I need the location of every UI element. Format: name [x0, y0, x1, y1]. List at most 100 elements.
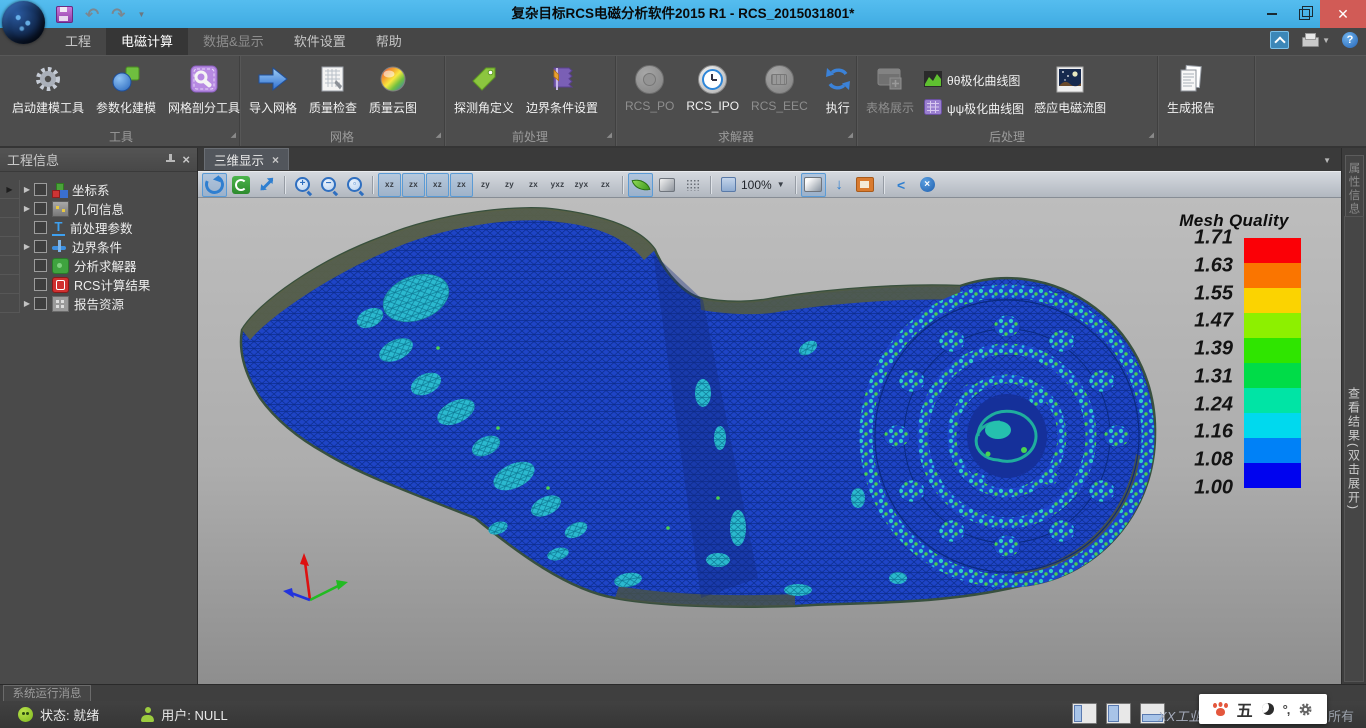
panel-close-icon[interactable]: ×	[182, 154, 190, 166]
share-button[interactable]: <	[889, 173, 914, 197]
view-right-button[interactable]: zx	[450, 173, 473, 197]
shaded-view-button[interactable]	[801, 173, 826, 197]
ime-toolbar[interactable]: 五 °,	[1199, 694, 1327, 724]
expander-icon[interactable]: ▶	[20, 204, 34, 213]
close-button[interactable]: ✕	[1320, 0, 1366, 28]
checkbox[interactable]	[34, 240, 47, 253]
help-icon[interactable]: ?	[1342, 32, 1358, 48]
app-logo-icon[interactable]	[2, 1, 45, 44]
mesh-partition-tool-button[interactable]: 网格剖分工具	[162, 59, 246, 130]
sidebar-item-report-resources[interactable]: ▶ 报告资源	[0, 294, 197, 313]
sidebar-item-rcs-results[interactable]: RCS计算结果	[0, 275, 197, 294]
group-expand-icon[interactable]: ◢	[1149, 129, 1154, 143]
psi-polarization-curve-button[interactable]: ψψ极化曲线图	[924, 96, 1024, 121]
zoom-dropdown-icon[interactable]: ▼	[777, 180, 785, 189]
layout-wide-left-button[interactable]	[1106, 703, 1131, 724]
import-mesh-button[interactable]: 导入网格	[243, 59, 303, 130]
menu-tab-project[interactable]: 工程	[50, 28, 106, 55]
zoom-fit-button[interactable]	[342, 173, 367, 197]
boundary-condition-settings-button[interactable]: 边界条件设置	[520, 59, 604, 130]
ime-fullwidth-moon-icon[interactable]	[1262, 703, 1274, 715]
view-iso2-button[interactable]: yxz	[546, 173, 569, 197]
probe-angle-define-button[interactable]: 探测角定义	[448, 59, 520, 130]
system-messages-tab[interactable]: 系统运行消息	[3, 685, 91, 702]
ime-settings-gear-icon[interactable]	[1298, 702, 1313, 717]
close-view-button[interactable]: ×	[915, 173, 940, 197]
refresh-view-button[interactable]	[228, 173, 253, 197]
checkbox[interactable]	[34, 278, 47, 291]
sidebar-item-preprocess-params[interactable]: T 前处理参数	[0, 218, 197, 237]
menu-tab-em-computation[interactable]: 电磁计算	[106, 28, 188, 55]
geometry-icon	[52, 201, 69, 217]
view-iso3-button[interactable]: zyx	[570, 173, 593, 197]
collapse-ribbon-icon[interactable]	[1270, 31, 1289, 49]
sidebar-item-coordinate-system[interactable]: ▶ ▶ 坐标系	[0, 180, 197, 199]
zoom-level-select[interactable]: 100% ▼	[716, 174, 790, 196]
zoom-out-button[interactable]	[316, 173, 341, 197]
rotate-view-button[interactable]	[202, 173, 227, 197]
property-info-tab[interactable]: 属性信息	[1345, 155, 1364, 223]
sidebar-item-boundary-conditions[interactable]: ▶ 边界条件	[0, 237, 197, 256]
checkbox[interactable]	[34, 259, 47, 272]
quality-check-button[interactable]: 质量检查	[303, 59, 363, 130]
view-front-button[interactable]: xz	[378, 173, 401, 197]
wireframe-button[interactable]	[680, 173, 705, 197]
view-top-button[interactable]: zy	[474, 173, 497, 197]
group-expand-icon[interactable]: ◢	[231, 129, 236, 143]
print-button[interactable]: ▼	[1301, 33, 1330, 48]
view-results-tab[interactable]: 查看结果(双击展开)	[1344, 216, 1364, 682]
watermark-tail-text: 所有	[1328, 706, 1354, 725]
export-image-button[interactable]	[853, 173, 878, 197]
quality-cloud-map-button[interactable]: 质量云图	[363, 59, 423, 130]
tab-3d-display[interactable]: 三维显示 ×	[204, 148, 289, 170]
execute-button[interactable]: 执行	[818, 59, 858, 130]
launch-modeling-tool-button[interactable]: 启动建模工具	[6, 59, 90, 130]
ime-punctuation-icon[interactable]: °,	[1283, 702, 1290, 717]
minimize-button[interactable]	[1256, 0, 1288, 28]
view-bottom-button[interactable]: zy	[498, 173, 521, 197]
parametric-modeling-button[interactable]: 参数化建模	[90, 59, 162, 130]
menu-tab-data-display[interactable]: 数据&显示	[188, 28, 279, 55]
view-back-button[interactable]: zx	[402, 173, 425, 197]
ime-input-mode[interactable]: 五	[1237, 697, 1253, 721]
expander-icon[interactable]: ▶	[20, 299, 34, 308]
expander-icon[interactable]: ▶	[20, 185, 34, 194]
group-expand-icon[interactable]: ◢	[848, 129, 853, 143]
printer-dropdown-icon[interactable]: ▼	[1322, 36, 1330, 45]
group-expand-icon[interactable]: ◢	[436, 129, 441, 143]
view-iso1-button[interactable]: zx	[522, 173, 545, 197]
sidebar-item-analysis-solver[interactable]: 分析求解器	[0, 256, 197, 275]
view-left-button[interactable]: xz	[426, 173, 449, 197]
gutter-expander-icon[interactable]: ▶	[0, 180, 20, 199]
layout-left-panel-button[interactable]	[1072, 703, 1097, 724]
tab-list-dropdown-icon[interactable]: ▼	[1323, 156, 1331, 165]
checkbox[interactable]	[34, 221, 47, 234]
expander-icon[interactable]: ▶	[20, 242, 34, 251]
tab-close-icon[interactable]: ×	[272, 153, 279, 167]
theta-polarization-curve-button[interactable]: θθ极化曲线图	[924, 68, 1024, 93]
ribbon-group-label: 工具◢	[3, 130, 239, 146]
restore-button[interactable]	[1288, 0, 1320, 28]
checkbox[interactable]	[34, 297, 47, 310]
download-view-button[interactable]: ↓	[827, 173, 852, 197]
rcs-po-solver-button[interactable]: RCS_PO	[619, 59, 680, 130]
checkbox[interactable]	[34, 202, 47, 215]
3d-canvas[interactable]: Mesh Quality 1.71 1	[198, 198, 1341, 684]
flat-shading-button[interactable]	[654, 173, 679, 197]
generate-report-button[interactable]: 生成报告	[1161, 59, 1221, 130]
group-expand-icon[interactable]: ◢	[607, 129, 612, 143]
rcs-eec-solver-button[interactable]: RCS_EEC	[745, 59, 814, 130]
pan-view-button[interactable]	[254, 173, 279, 197]
menu-tab-help[interactable]: 帮助	[361, 28, 417, 55]
induction-current-map-button[interactable]: 感应电磁流图	[1028, 59, 1112, 130]
rcs-ipo-solver-button[interactable]: RCS_IPO	[680, 59, 745, 130]
sidebar-item-geometry-info[interactable]: ▶ 几何信息	[0, 199, 197, 218]
pin-icon[interactable]	[165, 154, 176, 166]
checkbox[interactable]	[34, 183, 47, 196]
view-iso4-button[interactable]: zx	[594, 173, 617, 197]
table-display-button[interactable]: 表格展示	[860, 59, 920, 130]
menu-tab-settings[interactable]: 软件设置	[279, 28, 361, 55]
zoom-in-button[interactable]	[290, 173, 315, 197]
ime-logo-paw-icon[interactable]	[1213, 703, 1228, 716]
smooth-shading-button[interactable]	[628, 173, 653, 197]
